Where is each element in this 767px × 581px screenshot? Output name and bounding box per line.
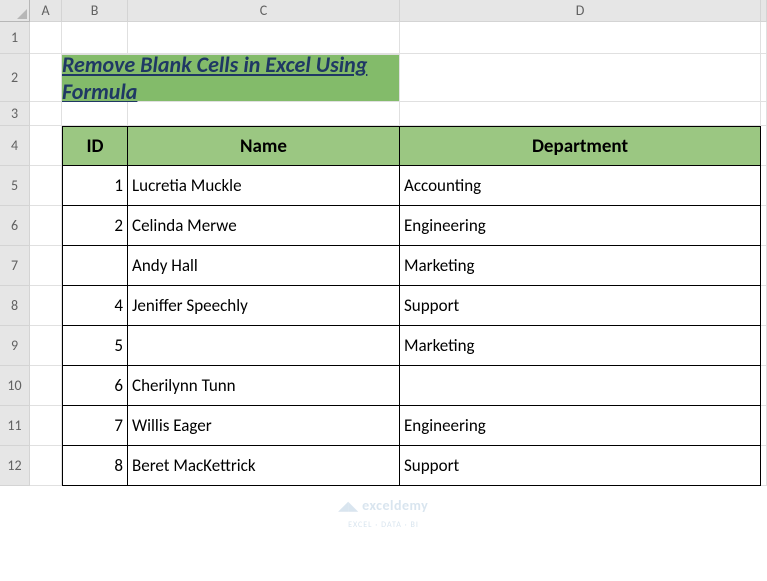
cell-a11[interactable] — [30, 406, 62, 446]
cell-id-3[interactable]: 4 — [62, 286, 128, 326]
cell-id-7[interactable]: 8 — [62, 446, 128, 486]
row-header-4[interactable]: 4 — [0, 126, 30, 166]
watermark-logo-icon: ◢◣ — [339, 500, 358, 514]
cell-gutter-9 — [761, 326, 767, 366]
cell-b1[interactable] — [62, 22, 128, 54]
cell-a6[interactable] — [30, 206, 62, 246]
cell-gutter-2 — [761, 54, 767, 102]
cell-dept-0[interactable]: Accounting — [400, 166, 761, 206]
cell-gutter-3 — [761, 102, 767, 126]
cell-id-1[interactable]: 2 — [62, 206, 128, 246]
col-header-c[interactable]: C — [128, 0, 400, 22]
table-header-dept[interactable]: Department — [400, 126, 761, 166]
cell-a1[interactable] — [30, 22, 62, 54]
row-header-5[interactable]: 5 — [0, 166, 30, 206]
cell-gutter-1 — [761, 22, 767, 54]
cell-a7[interactable] — [30, 246, 62, 286]
cell-gutter-8 — [761, 286, 767, 326]
cell-gutter-4 — [761, 126, 767, 166]
cell-dept-4[interactable]: Marketing — [400, 326, 761, 366]
cell-gutter-12 — [761, 446, 767, 486]
cell-gutter-7 — [761, 246, 767, 286]
cell-name-6[interactable]: Willis Eager — [128, 406, 400, 446]
cell-name-0[interactable]: Lucretia Muckle — [128, 166, 400, 206]
cell-a10[interactable] — [30, 366, 62, 406]
title-banner[interactable]: Remove Blank Cells in Excel Using Formul… — [62, 54, 400, 102]
cell-b3[interactable] — [62, 102, 128, 126]
cell-id-4[interactable]: 5 — [62, 326, 128, 366]
cell-name-3[interactable]: Jeniffer Speechly — [128, 286, 400, 326]
cell-gutter-11 — [761, 406, 767, 446]
cell-name-4[interactable] — [128, 326, 400, 366]
cell-name-2[interactable]: Andy Hall — [128, 246, 400, 286]
row-header-6[interactable]: 6 — [0, 206, 30, 246]
row-header-7[interactable]: 7 — [0, 246, 30, 286]
cell-c3[interactable] — [128, 102, 400, 126]
row-header-9[interactable]: 9 — [0, 326, 30, 366]
cell-dept-6[interactable]: Engineering — [400, 406, 761, 446]
select-all-corner[interactable] — [0, 0, 30, 22]
cell-dept-2[interactable]: Marketing — [400, 246, 761, 286]
col-header-a[interactable]: A — [30, 0, 62, 22]
cell-dept-3[interactable]: Support — [400, 286, 761, 326]
row-header-10[interactable]: 10 — [0, 366, 30, 406]
cell-d2[interactable] — [400, 54, 761, 102]
row-header-8[interactable]: 8 — [0, 286, 30, 326]
cell-name-5[interactable]: Cherilynn Tunn — [128, 366, 400, 406]
cell-gutter-6 — [761, 206, 767, 246]
cell-a8[interactable] — [30, 286, 62, 326]
cell-d3[interactable] — [400, 102, 761, 126]
cell-a2[interactable] — [30, 54, 62, 102]
cell-d1[interactable] — [400, 22, 761, 54]
col-header-b[interactable]: B — [62, 0, 128, 22]
row-header-11[interactable]: 11 — [0, 406, 30, 446]
cell-id-6[interactable]: 7 — [62, 406, 128, 446]
cell-name-7[interactable]: Beret MacKettrick — [128, 446, 400, 486]
cell-a5[interactable] — [30, 166, 62, 206]
table-header-name[interactable]: Name — [128, 126, 400, 166]
watermark-tagline: EXCEL · DATA · BI — [348, 520, 419, 530]
cell-c1[interactable] — [128, 22, 400, 54]
cell-a12[interactable] — [30, 446, 62, 486]
cell-id-2[interactable] — [62, 246, 128, 286]
cell-id-0[interactable]: 1 — [62, 166, 128, 206]
cell-name-1[interactable]: Celinda Merwe — [128, 206, 400, 246]
cell-dept-5[interactable] — [400, 366, 761, 406]
row-header-12[interactable]: 12 — [0, 446, 30, 486]
cell-dept-7[interactable]: Support — [400, 446, 761, 486]
row-header-3[interactable]: 3 — [0, 102, 30, 126]
row-header-1[interactable]: 1 — [0, 22, 30, 54]
table-header-id[interactable]: ID — [62, 126, 128, 166]
cell-gutter-10 — [761, 366, 767, 406]
spreadsheet-grid: A B C D 1 2 Remove Blank Cells in Excel … — [0, 0, 767, 486]
cell-a3[interactable] — [30, 102, 62, 126]
col-header-gutter — [761, 0, 767, 22]
cell-gutter-5 — [761, 166, 767, 206]
cell-dept-1[interactable]: Engineering — [400, 206, 761, 246]
cell-id-5[interactable]: 6 — [62, 366, 128, 406]
row-header-2[interactable]: 2 — [0, 54, 30, 102]
watermark: ◢◣ exceldemy EXCEL · DATA · BI — [339, 498, 429, 532]
watermark-brand: exceldemy — [362, 497, 428, 514]
col-header-d[interactable]: D — [400, 0, 761, 22]
cell-a4[interactable] — [30, 126, 62, 166]
cell-a9[interactable] — [30, 326, 62, 366]
